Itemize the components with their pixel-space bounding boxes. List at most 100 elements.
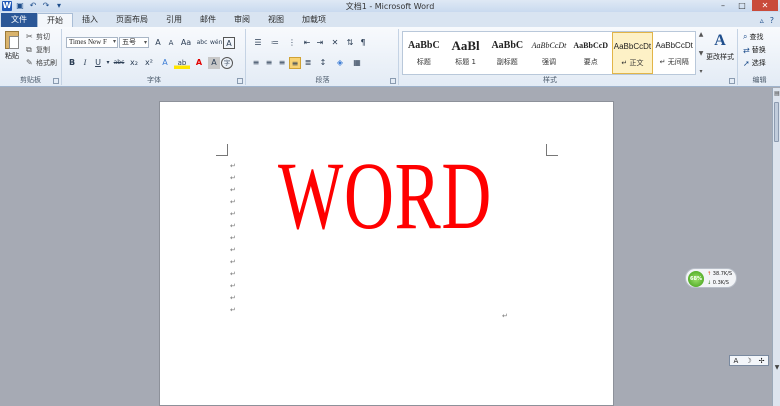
font-launcher-icon[interactable] (237, 78, 243, 84)
scrollbar-thumb[interactable] (774, 102, 779, 142)
font-color-button[interactable]: A (191, 57, 207, 69)
clipboard-group-label: 剪贴板 (20, 76, 41, 84)
tab-page-layout[interactable]: 页面布局 (107, 13, 157, 27)
document-big-text[interactable]: WORD (278, 146, 492, 246)
grow-font-button[interactable]: A (152, 37, 164, 49)
paragraph-mark: ↵ (230, 294, 236, 302)
tab-home[interactable]: 开始 (37, 13, 73, 27)
style-no-spacing[interactable]: AaBbCcDt ↵ 无间隔 (653, 32, 695, 74)
document-page[interactable]: ↵ ↵ ↵ ↵ ↵ ↵ ↵ ↵ ↵ ↵ ↵ ↵ ↵ WORD ↵ (159, 101, 614, 406)
clear-format-button[interactable]: abc (195, 37, 209, 49)
paragraph-launcher-icon[interactable] (390, 78, 396, 84)
underline-button[interactable]: U (92, 57, 104, 69)
multilevel-list-icon[interactable]: ⋮ (284, 37, 300, 49)
ribbon-home: 粘贴 ✂ 剪切 ⧉ 复制 ✎ 格式刷 剪贴板 Times New F ▾ 五号 ▾ … (0, 27, 780, 87)
arrow-up-icon: ↑ (707, 271, 712, 277)
sort-icon[interactable]: ⇅ (344, 37, 356, 49)
select-button[interactable]: ➚ 选择 (743, 58, 766, 68)
char-border-button[interactable]: A (223, 37, 235, 49)
superscript-button[interactable]: x² (142, 57, 156, 69)
minimize-icon[interactable]: – (714, 0, 732, 11)
borders-icon[interactable]: ▦ (349, 57, 365, 69)
line-spacing-icon[interactable]: ↕ (315, 57, 331, 69)
style-normal[interactable]: AaBbCcDt ↵ 正文 (611, 32, 654, 74)
decrease-indent-icon[interactable]: ⇤ (301, 37, 313, 49)
strikethrough-button[interactable]: abc (112, 57, 126, 69)
clipboard-group: 粘贴 ✂ 剪切 ⧉ 复制 ✎ 格式刷 剪贴板 (0, 29, 62, 85)
maximize-icon[interactable]: □ (733, 0, 751, 11)
tab-addins[interactable]: 加载项 (293, 13, 335, 27)
font-size-select[interactable]: 五号 ▾ (119, 37, 149, 48)
shrink-font-button[interactable]: A (165, 37, 177, 49)
shading-bucket-icon[interactable]: ◈ (332, 57, 348, 69)
show-marks-icon[interactable]: ¶ (357, 37, 369, 49)
window-controls: – □ ✕ (714, 0, 778, 11)
numbering-icon[interactable]: ≔ (267, 37, 283, 49)
font-group-label: 字体 (147, 76, 161, 84)
font-name-select[interactable]: Times New F ▾ (66, 37, 118, 48)
ime-toolbar: A ☽ ✢ (729, 355, 769, 366)
paragraph-marks: ↵ ↵ ↵ ↵ ↵ ↵ ↵ ↵ ↵ ↵ ↵ ↵ ↵ (230, 160, 236, 316)
style-strong[interactable]: AaBbCcD 要点 (570, 32, 612, 74)
justify-icon[interactable]: ≡ (289, 57, 301, 69)
chinese-layout-icon[interactable]: ✕ (327, 37, 343, 49)
increase-indent-icon[interactable]: ⇥ (314, 37, 326, 49)
format-painter-button[interactable]: ✎ 格式刷 (26, 58, 57, 68)
close-icon[interactable]: ✕ (752, 0, 778, 11)
chevron-up-icon[interactable]: ▲ (697, 31, 705, 38)
paragraph-mark: ↵ (230, 234, 236, 242)
char-shading-button[interactable]: A (208, 57, 220, 69)
align-center-icon[interactable]: ≡ (263, 57, 275, 69)
tab-mailings[interactable]: 邮件 (191, 13, 225, 27)
change-styles-button[interactable]: A 更改样式 (705, 32, 735, 62)
vertical-scrollbar[interactable]: ▤ ▼ (772, 88, 780, 406)
title-bar: W ▣ ↶ ↷ ▾ 文档1 - Microsoft Word – □ ✕ (0, 0, 780, 12)
highlight-button[interactable]: ab (174, 57, 190, 69)
ime-mode-icon[interactable]: A (734, 357, 739, 365)
find-button[interactable]: ⌕ 查找 (743, 32, 763, 42)
chevron-down-icon[interactable]: ▾ (105, 57, 111, 69)
paragraph-mark: ↵ (230, 258, 236, 266)
tab-file[interactable]: 文件 (1, 13, 37, 27)
network-speed-widget[interactable]: 68% ↑ 38.7K/S ↓ 0.3K/S (685, 268, 737, 288)
style-title[interactable]: AaBbC 标题 (403, 32, 445, 74)
ime-punct-icon[interactable]: ✢ (759, 357, 765, 365)
style-heading-1[interactable]: AaBl 标题 1 (445, 32, 487, 74)
change-case-button[interactable]: Aa (178, 37, 194, 49)
paste-button[interactable]: 粘贴 (3, 31, 21, 61)
paragraph-mark: ↵ (230, 162, 236, 170)
styles-gallery: AaBbC 标题 AaBl 标题 1 AaBbC 副标题 AaBbCcDt 强调… (402, 31, 696, 75)
styles-launcher-icon[interactable] (729, 78, 735, 84)
align-right-icon[interactable]: ≡ (276, 57, 288, 69)
chevron-down-icon[interactable]: ▼ (697, 50, 705, 57)
scroll-down-icon[interactable]: ▼ (773, 364, 780, 372)
phonetic-guide-button[interactable]: wén (210, 37, 222, 49)
replace-button[interactable]: ⇄ 替换 (743, 45, 766, 55)
distributed-icon[interactable]: ≣ (302, 57, 314, 69)
tab-references[interactable]: 引用 (157, 13, 191, 27)
style-emphasis[interactable]: AaBbCcDt 强调 (528, 32, 570, 74)
minimize-ribbon-icon[interactable]: ▵ (760, 16, 764, 25)
clipboard-launcher-icon[interactable] (53, 78, 59, 84)
bullets-icon[interactable]: ☰ (250, 37, 266, 49)
paragraph-mark: ↵ (230, 246, 236, 254)
moon-icon[interactable]: ☽ (745, 357, 751, 365)
upload-speed: ↑ 38.7K/S (707, 271, 733, 277)
help-icon[interactable]: ? (770, 16, 774, 25)
enclose-char-button[interactable]: 字 (221, 57, 233, 69)
tab-insert[interactable]: 插入 (73, 13, 107, 27)
brush-icon: ✎ (26, 58, 33, 67)
subscript-button[interactable]: x₂ (127, 57, 141, 69)
align-left-icon[interactable]: ≡ (250, 57, 262, 69)
arrow-down-icon: ↓ (707, 280, 712, 286)
text-effects-button[interactable]: A (157, 57, 173, 69)
style-subtitle[interactable]: AaBbC 副标题 (486, 32, 528, 74)
ruler-toggle-icon[interactable]: ▤ (773, 90, 780, 98)
italic-button[interactable]: I (79, 57, 91, 69)
cut-button[interactable]: ✂ 剪切 (26, 32, 50, 42)
tab-review[interactable]: 审阅 (225, 13, 259, 27)
tab-view[interactable]: 视图 (259, 13, 293, 27)
more-styles-icon[interactable]: ▾ (697, 68, 705, 75)
bold-button[interactable]: B (66, 57, 78, 69)
copy-button[interactable]: ⧉ 复制 (26, 45, 50, 55)
